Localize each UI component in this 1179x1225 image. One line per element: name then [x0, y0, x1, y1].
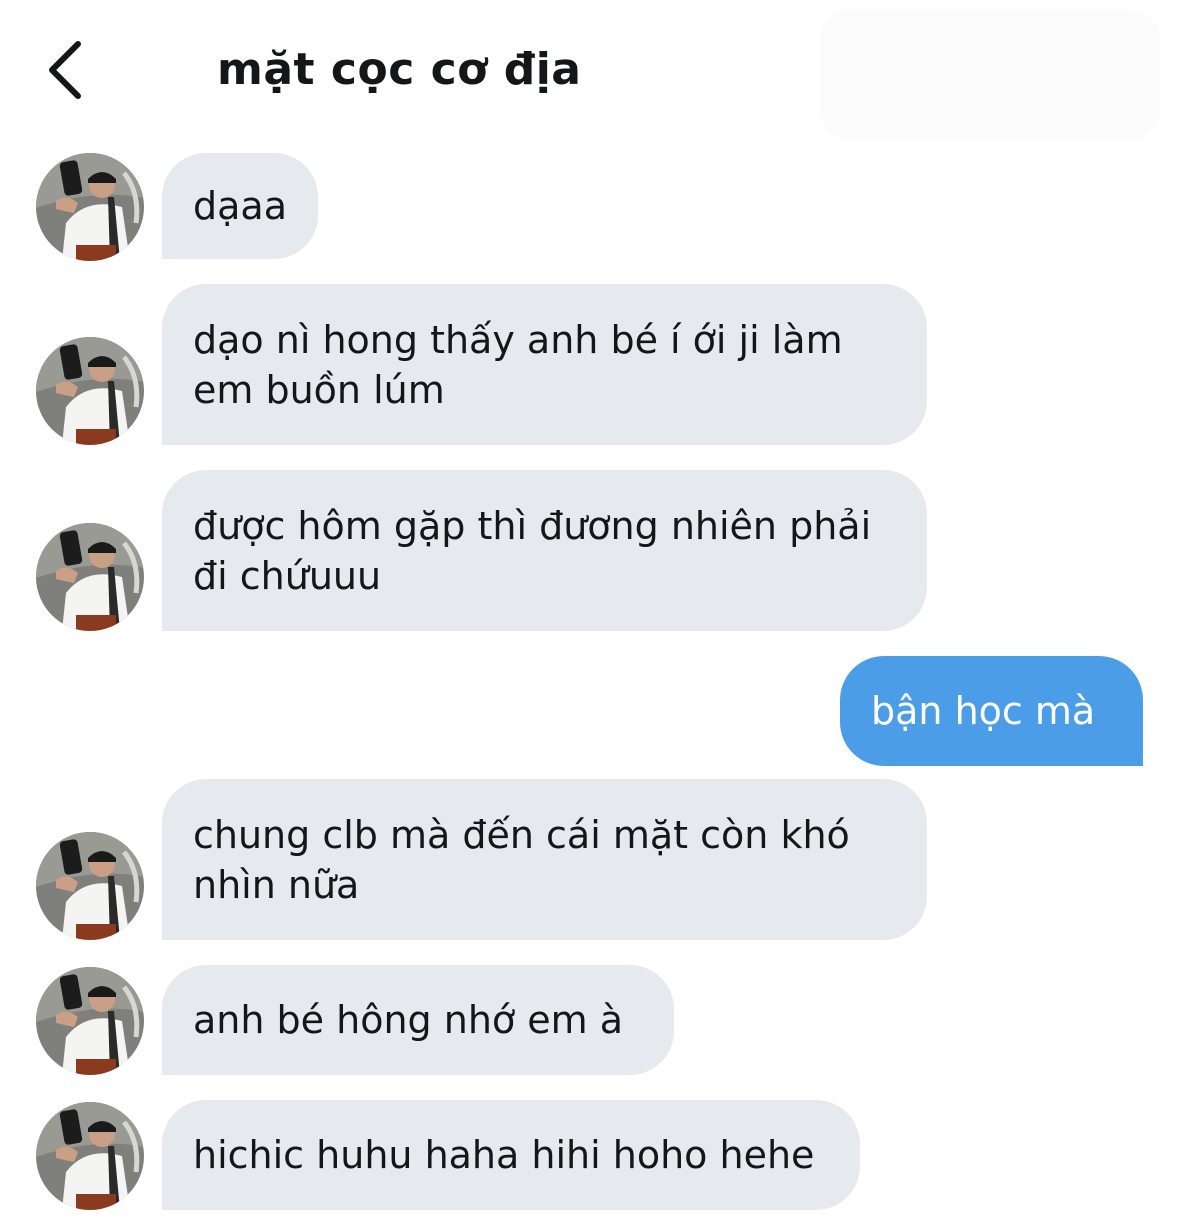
- blurred-area: [820, 10, 1160, 140]
- avatar[interactable]: [36, 523, 144, 631]
- avatar[interactable]: [36, 967, 144, 1075]
- message-text: hichic huhu haha hihi hoho hehe: [193, 1133, 815, 1177]
- avatar[interactable]: [36, 153, 144, 261]
- avatar-photo: [36, 832, 144, 940]
- chevron-left-icon: [49, 41, 81, 99]
- conversation-title[interactable]: mặt cọc cơ địa: [217, 38, 582, 102]
- message-bubble-incoming[interactable]: dạo nì hong thấy anh bé í ới ji làm em b…: [162, 284, 927, 445]
- message-bubble-incoming[interactable]: hichic huhu haha hihi hoho hehe: [162, 1100, 860, 1210]
- message-bubble-incoming[interactable]: anh bé hông nhớ em à: [162, 965, 674, 1075]
- avatar[interactable]: [36, 832, 144, 940]
- message-text: chung clb mà đến cái mặt còn khó: [193, 812, 850, 857]
- message-text: em buồn lúm: [193, 367, 445, 412]
- message-text: anh bé hông nhớ em à: [193, 998, 623, 1042]
- message-text: đi chứuuu: [193, 553, 382, 598]
- message-text: được hôm gặp thì đương nhiên phải: [193, 503, 872, 548]
- avatar-photo: [36, 523, 144, 631]
- avatar-photo: [36, 1102, 144, 1210]
- message-bubble-incoming[interactable]: chung clb mà đến cái mặt còn khó nhìn nữ…: [162, 779, 927, 940]
- message-bubble-incoming[interactable]: dạaa: [162, 153, 318, 259]
- message-bubble-incoming[interactable]: được hôm gặp thì đương nhiên phải đi chứ…: [162, 470, 927, 631]
- avatar[interactable]: [36, 337, 144, 445]
- message-bubble-outgoing[interactable]: bận học mà: [840, 656, 1143, 766]
- avatar[interactable]: [36, 1102, 144, 1210]
- message-text: dạo nì hong thấy anh bé í ới ji làm: [193, 317, 843, 362]
- back-button[interactable]: [40, 38, 100, 102]
- message-text: dạaa: [193, 184, 287, 228]
- avatar-photo: [36, 967, 144, 1075]
- avatar-photo: [36, 337, 144, 445]
- chat-header: mặt cọc cơ địa: [0, 0, 1179, 140]
- message-text: nhìn nữa: [193, 862, 360, 907]
- message-text: bận học mà: [871, 689, 1096, 733]
- avatar-photo: [36, 153, 144, 261]
